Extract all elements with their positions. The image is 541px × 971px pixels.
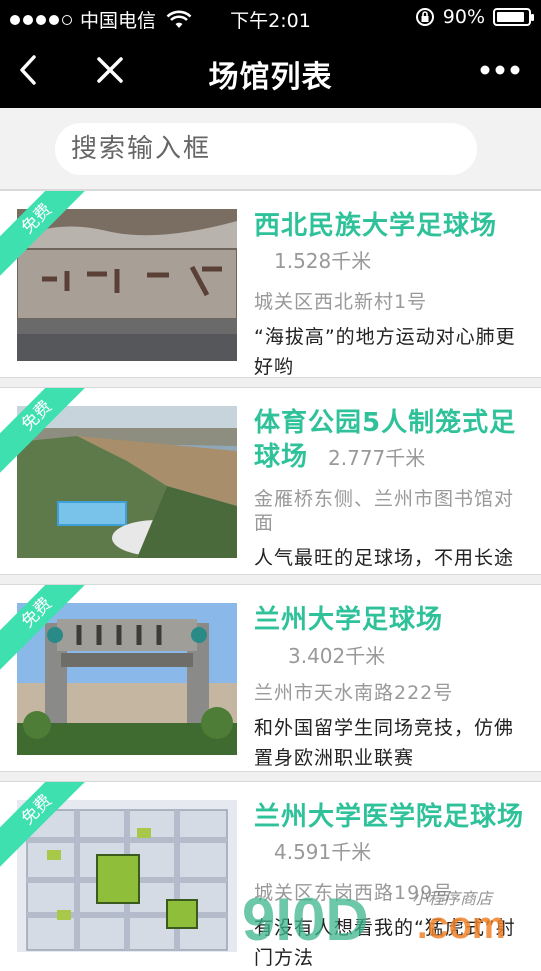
more-button[interactable] [476,48,524,92]
venue-address: 金雁桥东侧、兰州市图书馆对面 [254,488,515,534]
battery-percent: 90% [442,6,485,28]
watermark-suffix: .com [417,905,506,947]
venue-photo [17,800,237,952]
watermark-tag: 小程序商店 [412,889,493,908]
orientation-lock-icon [415,8,434,26]
venue-distance: 1.528千米 [274,249,372,273]
search-input[interactable] [71,123,461,175]
watermark-brand: 9I0D [242,886,369,953]
battery-area: 90% [415,6,534,28]
venue-info: 西北民族大学足球场1.528千米 城关区西北新村1号 “海拔高”的地方运动对心肺… [254,209,529,378]
venue-address: 城关区西北新村1号 [254,291,428,313]
status-bar: 中国电信 下午2:01 90% [0,0,541,34]
venue-photo [17,209,237,361]
venue-name: 西北民族大学足球场1.528千米 [254,211,498,273]
navigation-bar: 场馆列表 [0,34,541,108]
watermark-logo: 9I0D .com 小程序商店 [242,885,541,955]
venue-description: 人气最旺的足球场，不用长途奔袭也能体验射门快感 [254,547,515,569]
venue-photo [17,603,237,755]
battery-icon [493,8,534,26]
search-box[interactable] [55,123,477,175]
battery-fill [497,12,524,22]
search-bar [0,108,541,190]
venue-name: 兰州大学医学院足球场4.591千米 [254,802,525,864]
venue-distance: 4.591千米 [274,840,372,864]
venue-address: 兰州市天水南路222号 [254,682,454,704]
venue-card[interactable]: 免费 体育公园5人制笼式足球场 2.777千米 金雁桥东侧、兰州市图书馆对面 人气… [0,387,541,575]
venue-distance: 2.777千米 [328,446,426,470]
venue-info: 兰州大学足球场 3.402千米 兰州市天水南路222号 和外国留学生同场竞技，仿… [254,603,529,771]
venue-card[interactable]: 免费 兰州大学足球场 3.402千米 兰州市天水南路222号 和外国留学生同场竞… [0,584,541,772]
venue-description: 和外国留学生同场竞技，仿佛置身欧洲职业联赛 [254,717,515,769]
venue-name: 兰州大学足球场 [254,605,444,635]
venue-distance: 3.402千米 [288,644,386,668]
page-title: 场馆列表 [208,60,333,95]
more-icon [480,65,520,75]
venue-name: 体育公园5人制笼式足球场 2.777千米 [254,408,517,472]
venue-description: “海拔高”的地方运动对心肺更好哟 [254,326,516,378]
venue-info: 体育公园5人制笼式足球场 2.777千米 金雁桥东侧、兰州市图书馆对面 人气最旺的… [254,406,529,574]
venue-photo [17,406,237,558]
venue-card[interactable]: 免费 西北民族大学足球场1.528千米 城关区西北新村1号 “海拔高”的地方运动… [0,190,541,378]
